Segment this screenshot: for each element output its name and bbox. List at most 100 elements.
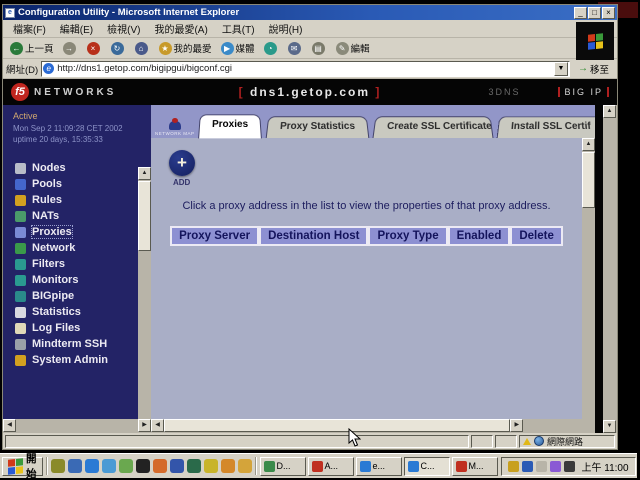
taskbar-window-button[interactable]: M... [452,457,498,476]
quick-launch-icon[interactable] [68,459,82,473]
sidebar-item-icon [15,227,26,238]
quick-launch-icon[interactable] [119,459,133,473]
toolbar-button[interactable]: ✉ [285,41,306,56]
frame-gap [595,105,603,433]
taskbar-window-button[interactable]: e... [356,457,402,476]
task-buttons: D... A... e... C... [260,457,498,476]
toolbar-button[interactable]: × [84,41,105,56]
tab[interactable]: Install SSL Certif [496,116,595,138]
titlebar[interactable]: e Configuration Utility - Microsoft Inte… [3,5,617,20]
minimize-button[interactable]: _ [574,7,587,19]
sidebar-item[interactable]: NATs [3,208,151,224]
toolbar-icon: × [87,42,100,55]
sidebar-item[interactable]: Network [3,240,151,256]
warning-icon [523,438,531,445]
sidebar-item[interactable]: Proxies [3,224,151,240]
browser-vertical-scrollbar[interactable]: ▲ ▼ [603,105,617,433]
quick-launch-icon[interactable] [153,459,167,473]
toolbar-button[interactable]: ← 上一頁 [7,40,57,56]
tab[interactable]: Proxy Statistics [265,116,369,138]
quick-launch-icon[interactable] [204,459,218,473]
sidebar-item[interactable]: Pools [3,176,151,192]
window-icon [456,461,467,472]
menu-item[interactable]: 說明(H) [263,19,309,38]
menu-item[interactable]: 編輯(E) [54,19,99,38]
sidebar-item[interactable]: Rules [3,192,151,208]
tab[interactable]: Create SSL Certificate Request [372,116,493,138]
quick-launch-icon[interactable] [85,459,99,473]
scroll-down-icon[interactable]: ▼ [603,420,616,433]
sidebar-item[interactable]: Log Files [3,320,151,336]
quick-launch-icon[interactable] [136,459,150,473]
web-page: f5 NETWORKS [ dns1.getop.com ] 3DNS BIG … [3,79,617,433]
menu-item[interactable]: 檢視(V) [101,19,146,38]
sidebar-item[interactable]: Statistics [3,304,151,320]
sidebar-horizontal-scrollbar[interactable]: ◀ ▶ [3,419,151,433]
address-dropdown-icon[interactable]: ▼ [554,62,568,76]
main-vertical-scrollbar[interactable]: ▲ [582,138,595,419]
toolbar-button[interactable]: ◔ [261,41,282,56]
status-date: Mon Sep 2 11:09:28 CET 2002 [13,124,151,133]
add-button[interactable]: + [169,150,195,176]
scroll-up-icon[interactable]: ▲ [603,105,616,118]
start-button[interactable]: 開始 [2,457,43,476]
menu-item[interactable]: 工具(T) [216,19,261,38]
tray-icon[interactable] [550,461,561,472]
taskbar-window-button[interactable]: A... [308,457,354,476]
bracket-left: [ [239,85,245,99]
toolbar-button[interactable]: ▤ [309,41,330,56]
sidebar-item[interactable]: Mindterm SSH [3,336,151,352]
quick-launch-icon[interactable] [102,459,116,473]
sidebar-vertical-scrollbar[interactable]: ▲ [138,167,151,419]
sidebar-item[interactable]: Nodes [3,160,151,176]
main-horizontal-scrollbar[interactable]: ◀ ▶ [151,419,595,433]
scroll-left-icon[interactable]: ◀ [151,419,164,432]
sidebar-item[interactable]: BIGpipe [3,288,151,304]
scroll-up-icon[interactable]: ▲ [582,138,595,151]
scroll-up-icon[interactable]: ▲ [138,167,151,180]
quick-launch-icon[interactable] [238,459,252,473]
scroll-thumb[interactable] [582,152,595,208]
brand-band: f5 NETWORKS [ dns1.getop.com ] 3DNS BIG … [3,79,617,105]
scroll-thumb[interactable] [138,181,151,251]
tray-icon[interactable] [564,461,575,472]
tray-icon[interactable] [536,461,547,472]
toolbar-label: 媒體 [236,41,255,55]
menu-item[interactable]: 檔案(F) [7,19,52,38]
taskbar: 開始 D... A... e... [0,453,637,478]
tray-icon[interactable] [508,461,519,472]
scroll-left-icon[interactable]: ◀ [3,419,16,432]
toolbar-button[interactable]: ✎ 編輯 [333,40,373,56]
close-button[interactable]: × [602,7,615,19]
menu-item[interactable]: 我的最愛(A) [148,19,213,38]
toolbar-button[interactable]: → [60,41,81,56]
quick-launch-icon[interactable] [51,459,65,473]
sidebar-item[interactable]: Filters [3,256,151,272]
scroll-right-icon[interactable]: ▶ [138,419,151,432]
scroll-thumb[interactable] [164,419,510,432]
tab[interactable]: Proxies [198,114,262,138]
quick-launch-icon[interactable] [187,459,201,473]
start-label: 開始 [26,451,37,480]
quick-launch-icon[interactable] [170,459,184,473]
windows-flag-icon [8,458,23,475]
go-button[interactable]: → 移至 [573,61,614,77]
toolbar-button[interactable]: ★ 我的最愛 [156,40,215,56]
toolbar-button[interactable]: ↻ [108,41,129,56]
taskbar-window-button[interactable]: C... [404,457,450,476]
toolbar-button[interactable]: ⌂ [132,41,153,56]
maximize-button[interactable]: □ [588,7,601,19]
address-input[interactable] [57,63,554,74]
sidebar-item-label: Rules [32,194,62,206]
taskbar-window-button[interactable]: D... [260,457,306,476]
status-state: Active [13,111,151,121]
address-label: 網址(D) [6,62,38,76]
tray-icon[interactable] [522,461,533,472]
network-map-button[interactable]: NETWORK MAP [155,121,195,136]
sidebar-item[interactable]: Monitors [3,272,151,288]
toolbar-icon: ★ [159,42,172,55]
sidebar-item[interactable]: System Admin [3,352,151,368]
quick-launch-icon[interactable] [221,459,235,473]
scroll-right-icon[interactable]: ▶ [510,419,523,432]
toolbar-button[interactable]: ▶ 媒體 [218,40,258,56]
